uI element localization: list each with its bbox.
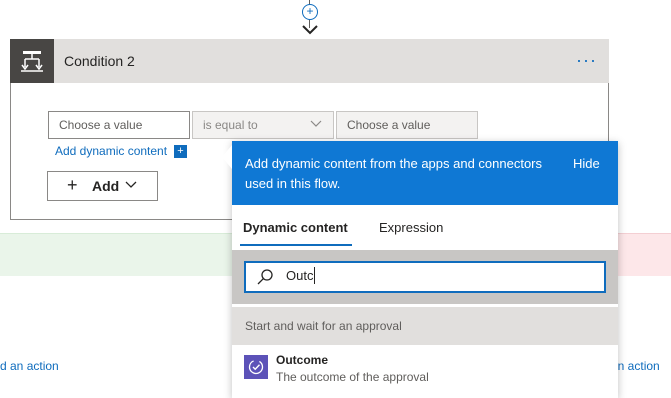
if-no-branch <box>615 233 671 276</box>
add-action-link-no[interactable]: an action <box>611 359 660 373</box>
list-item-title[interactable]: Outcome <box>276 353 328 367</box>
section-title: Start and wait for an approval <box>245 319 402 333</box>
chevron-down-icon <box>125 181 137 188</box>
text-caret <box>314 267 315 284</box>
tab-dynamic-content[interactable]: Dynamic content <box>243 220 348 235</box>
approval-icon <box>244 355 268 379</box>
right-value-input[interactable]: Choose a value <box>336 111 478 139</box>
add-action-link-yes[interactable]: d an action <box>0 359 59 373</box>
hide-button[interactable]: Hide <box>573 156 600 171</box>
search-value: Outc <box>286 268 314 283</box>
more-options-button[interactable]: ··· <box>576 50 597 71</box>
add-dynamic-content-link[interactable]: Add dynamic content <box>55 144 167 158</box>
arrow-down-icon <box>302 25 318 35</box>
search-icon <box>257 269 273 285</box>
flyout-description: Add dynamic content from the apps and co… <box>245 156 543 191</box>
condition-title[interactable]: Condition 2 <box>64 53 135 69</box>
tab-expression[interactable]: Expression <box>379 220 443 235</box>
flyout-pointer <box>222 145 232 169</box>
condition-icon <box>10 39 54 83</box>
chevron-down-icon <box>310 120 322 127</box>
add-dynamic-content-icon[interactable]: + <box>174 145 187 158</box>
add-button-label: Add <box>92 178 120 194</box>
list-item-description[interactable]: The outcome of the approval <box>276 370 429 384</box>
insert-step-button[interactable]: + <box>302 4 318 20</box>
if-yes-branch <box>0 233 240 276</box>
plus-icon: + <box>67 175 78 195</box>
left-value-input[interactable]: Choose a value <box>48 111 190 139</box>
active-tab-indicator <box>240 244 352 246</box>
